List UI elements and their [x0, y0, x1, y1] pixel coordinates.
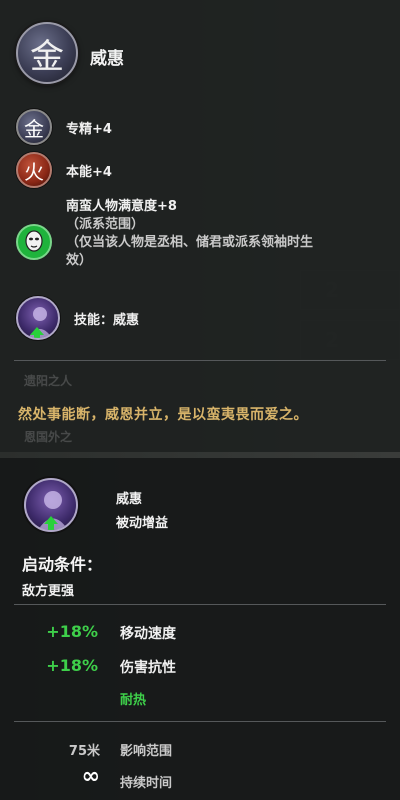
mask-icon-graphic: [25, 230, 43, 252]
skill-link-label: 技能：威惠: [74, 312, 140, 328]
metal-element-icon: 金: [16, 22, 78, 84]
stat-label: 移动速度: [120, 626, 176, 642]
condition-value: 敌方更强: [22, 584, 75, 599]
condition-heading: 启动条件：: [22, 555, 103, 574]
trait-title: 威惠: [90, 49, 124, 69]
specialty-label: 专精+4: [66, 121, 112, 137]
stat-label: 伤害抗性: [120, 660, 176, 676]
skill-name: 威惠: [116, 492, 143, 507]
instinct-row: 火 本能+4: [16, 152, 112, 188]
range-value: 75米: [68, 744, 100, 759]
satisfaction-scope: （派系范围）: [66, 217, 145, 232]
satisfaction-main: 南蛮人物满意度+8: [66, 199, 177, 214]
extra-effect: 耐热: [120, 693, 147, 708]
skill-portrait-icon: [16, 296, 60, 340]
duration-label: 持续时间: [120, 776, 173, 791]
skill-portrait-icon: [24, 478, 78, 532]
mask-icon: [16, 224, 52, 260]
specialty-row: 金 专精+4: [16, 109, 112, 145]
divider: [14, 360, 386, 361]
skill-row[interactable]: 技能：威惠: [16, 296, 139, 340]
stat-value: +18%: [46, 622, 98, 641]
range-label: 影响范围: [120, 744, 173, 759]
divider: [14, 604, 386, 605]
skill-type: 被动增益: [116, 516, 169, 531]
ghost-text: 恩国外之: [24, 430, 73, 444]
stat-value: +18%: [46, 656, 98, 675]
arrow-stem: [34, 334, 40, 338]
trait-quote: 然处事能断，威恩并立，是以蛮夷畏而爱之。: [18, 407, 308, 423]
satisfaction-condition-cont: 效）: [66, 253, 93, 268]
satisfaction-text: 南蛮人物满意度+8 （派系范围） （仅当该人物是丞相、储君或派系领袖时生 效）: [66, 198, 386, 270]
satisfaction-condition: （仅当该人物是丞相、储君或派系领袖时生: [66, 235, 314, 250]
fire-element-icon: 火: [16, 152, 52, 188]
metal-element-icon: 金: [16, 109, 52, 145]
ghost-text: 遗阳之人: [24, 374, 73, 388]
arrow-up-icon: [44, 516, 58, 524]
divider: [14, 721, 386, 722]
satisfaction-row: [16, 224, 52, 260]
duration-value: ∞: [81, 764, 100, 789]
arrow-stem: [48, 524, 54, 530]
instinct-label: 本能+4: [66, 164, 112, 180]
